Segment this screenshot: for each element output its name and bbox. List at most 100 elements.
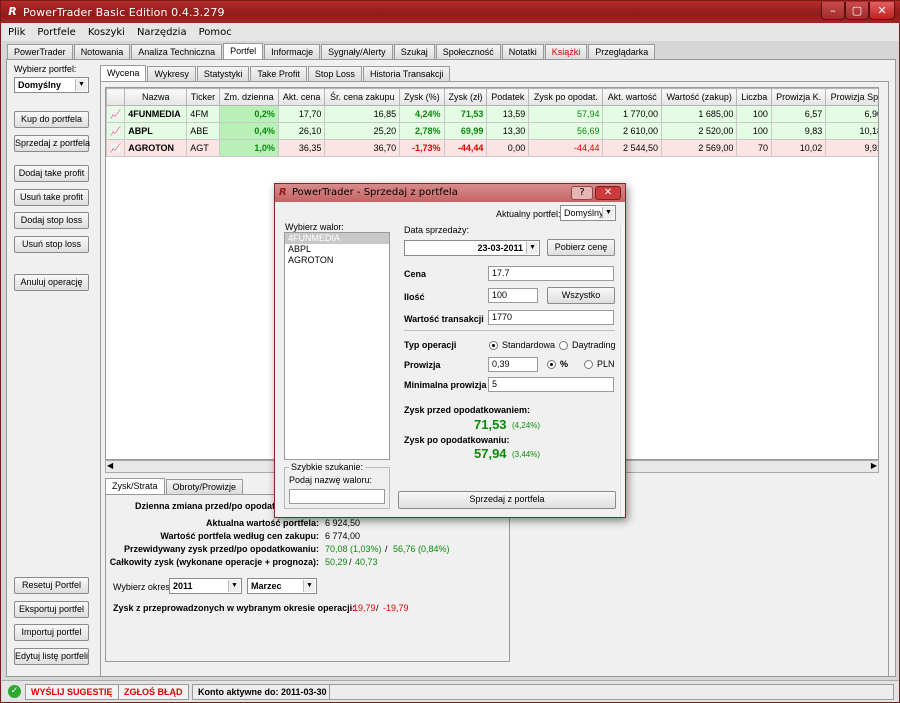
period-label: Wybierz okres: <box>113 582 173 592</box>
percent-label: % <box>560 359 569 369</box>
dialog-close-button[interactable]: ✕ <box>595 186 621 200</box>
tab-portfel[interactable]: Portfel <box>223 43 264 60</box>
cell-profit: -44,44 <box>443 139 488 157</box>
cancel-operation-button[interactable]: Anuluj operację <box>14 274 89 291</box>
col-zysk-zl[interactable]: Zysk (zł) <box>443 88 488 106</box>
fee-input[interactable]: 0,39 <box>488 357 538 372</box>
col-prow-k[interactable]: Prowizja K. <box>770 88 827 106</box>
menu-plik[interactable]: Plik <box>2 27 31 38</box>
buy-button[interactable]: Kup do portfela <box>14 111 89 128</box>
tab-zysk-strata[interactable]: Zysk/Strata <box>105 478 165 495</box>
import-portfolio-button[interactable]: Importuj portfel <box>14 624 89 641</box>
col-nazwa[interactable]: Nazwa <box>124 88 188 106</box>
tab-sygnaly[interactable]: Sygnały/Alerty <box>321 44 393 59</box>
date-picker[interactable]: 23-03-2011 ▼ <box>404 240 540 256</box>
col-akt[interactable]: Akt. cena <box>277 88 326 106</box>
current-value-label: Aktualna wartość portfela: <box>205 518 319 528</box>
standard-radio[interactable] <box>489 341 498 350</box>
col-icon[interactable] <box>106 88 126 106</box>
menu-portfele[interactable]: Portfele <box>31 27 81 38</box>
col-akt-wart[interactable]: Akt. wartość <box>602 88 663 106</box>
tab-take-profit[interactable]: Take Profit <box>250 66 307 81</box>
scroll-right-icon[interactable]: ▶ <box>871 461 877 470</box>
col-zm[interactable]: Zm. dzienna <box>218 88 279 106</box>
pln-radio[interactable] <box>584 360 593 369</box>
min-fee-input[interactable]: 5 <box>488 377 614 392</box>
tab-powertrader[interactable]: PowerTrader <box>7 44 73 59</box>
col-sr[interactable]: Śr. cena zakupu <box>324 88 401 106</box>
close-button[interactable]: ✕ <box>869 2 895 20</box>
tab-informacje[interactable]: Informacje <box>264 44 321 59</box>
list-item[interactable]: ABPL <box>285 244 389 255</box>
period-profit-pre: -19,79 <box>350 603 376 613</box>
search-input[interactable] <box>289 489 385 504</box>
instrument-list[interactable]: 4FUNMEDIA ABPL AGROTON <box>284 232 390 460</box>
col-zysk-pct[interactable]: Zysk (%) <box>399 88 445 106</box>
help-button[interactable]: ? <box>571 186 593 200</box>
col-prow-sp[interactable]: Prowizja Sp. <box>825 88 878 106</box>
maximize-button[interactable]: ▢ <box>845 2 869 20</box>
remove-take-profit-button[interactable]: Usuń take profit <box>14 189 89 206</box>
dialog-resize-grip[interactable] <box>620 226 624 516</box>
all-button[interactable]: Wszystko <box>547 287 615 304</box>
add-take-profit-button[interactable]: Dodaj take profit <box>14 165 89 182</box>
col-wart-zakup[interactable]: Wartość (zakup) <box>661 88 738 106</box>
portfolio-select[interactable]: Domyślny ▼ <box>14 77 89 93</box>
sell-submit-button[interactable]: Sprzedaj z portfela <box>398 491 616 509</box>
col-liczba[interactable]: Liczba <box>736 88 772 106</box>
tab-przegladarka[interactable]: Przeglądarka <box>588 44 656 59</box>
tab-historia[interactable]: Historia Transakcji <box>362 66 451 81</box>
list-item[interactable]: 4FUNMEDIA <box>285 233 389 244</box>
daytrading-radio[interactable] <box>559 341 568 350</box>
price-input[interactable]: 17.7 <box>488 266 614 281</box>
menu-bar: Plik Portfele Koszyki Narzędzia Pomoc <box>2 23 899 41</box>
col-zysk-po[interactable]: Zysk po opodat. <box>528 88 604 106</box>
col-podatek[interactable]: Podatek <box>486 88 530 106</box>
cell-tax: 13,30 <box>486 122 530 140</box>
year-select[interactable]: 2011 ▼ <box>169 578 242 594</box>
tab-obroty[interactable]: Obroty/Prowizje <box>165 479 244 494</box>
chart-icon[interactable]: 📈 <box>106 105 126 123</box>
tab-notowania[interactable]: Notowania <box>73 44 131 59</box>
table-row[interactable]: 📈 ABPL ABE 0,4% 26,10 25,20 2,78% 69,99 … <box>106 122 878 140</box>
tab-statystyki[interactable]: Statystyki <box>196 66 250 81</box>
add-stop-loss-button[interactable]: Dodaj stop loss <box>14 212 89 229</box>
tab-wykresy[interactable]: Wykresy <box>147 66 196 81</box>
reset-portfolio-button[interactable]: Resetuj Portfel <box>14 577 89 594</box>
tab-analiza[interactable]: Analiza Techniczna <box>131 44 223 59</box>
tab-notatki[interactable]: Notatki <box>501 44 544 59</box>
dialog-portfolio-select[interactable]: Domyślny ▼ <box>560 205 616 221</box>
chevron-down-icon: ▼ <box>75 79 87 91</box>
minimize-button[interactable]: – <box>821 2 845 20</box>
sell-button[interactable]: Sprzedaj z portfela <box>14 135 90 152</box>
profit-after-tax: 57,94 <box>474 446 507 461</box>
tab-ksiazki[interactable]: Książki <box>544 44 588 59</box>
menu-pomoc[interactable]: Pomoc <box>193 27 238 38</box>
ok-icon: ✓ <box>8 685 21 698</box>
month-value: Marzec <box>251 581 282 591</box>
chart-icon[interactable]: 📈 <box>106 139 126 157</box>
table-row[interactable]: 📈 AGROTON AGT 1,0% 36,35 36,70 -1,73% -4… <box>106 139 878 157</box>
tab-spolecznosc[interactable]: Społeczność <box>435 44 501 59</box>
remove-stop-loss-button[interactable]: Usuń stop loss <box>14 236 89 253</box>
table-row[interactable]: 📈 4FUNMEDIA 4FM 0,2% 17,70 16,85 4,24% 7… <box>106 105 878 123</box>
chevron-down-icon: ▼ <box>303 580 315 592</box>
quantity-input[interactable]: 100 <box>488 288 538 303</box>
send-suggestion-button[interactable]: WYŚLIJ SUGESTIĘ <box>25 684 119 700</box>
edit-portfolios-button[interactable]: Edytuj listę portfeli <box>14 648 89 665</box>
list-item[interactable]: AGROTON <box>285 255 389 266</box>
percent-radio[interactable] <box>547 360 556 369</box>
transaction-value-input[interactable]: 1770 <box>488 310 614 325</box>
tab-szukaj[interactable]: Szukaj <box>393 44 435 59</box>
menu-koszyki[interactable]: Koszyki <box>82 27 131 38</box>
tab-wycena[interactable]: Wycena <box>100 65 147 82</box>
export-portfolio-button[interactable]: Eksportuj portfel <box>14 601 89 618</box>
month-select[interactable]: Marzec ▼ <box>247 578 317 594</box>
col-ticker[interactable]: Ticker <box>186 88 220 106</box>
report-bug-button[interactable]: ZGŁOŚ BŁĄD <box>118 684 189 700</box>
tab-stop-loss[interactable]: Stop Loss <box>307 66 362 81</box>
scroll-left-icon[interactable]: ◀ <box>107 461 113 470</box>
chart-icon[interactable]: 📈 <box>106 122 126 140</box>
menu-narzedzia[interactable]: Narzędzia <box>131 27 193 38</box>
get-price-button[interactable]: Pobierz cenę <box>547 239 615 256</box>
